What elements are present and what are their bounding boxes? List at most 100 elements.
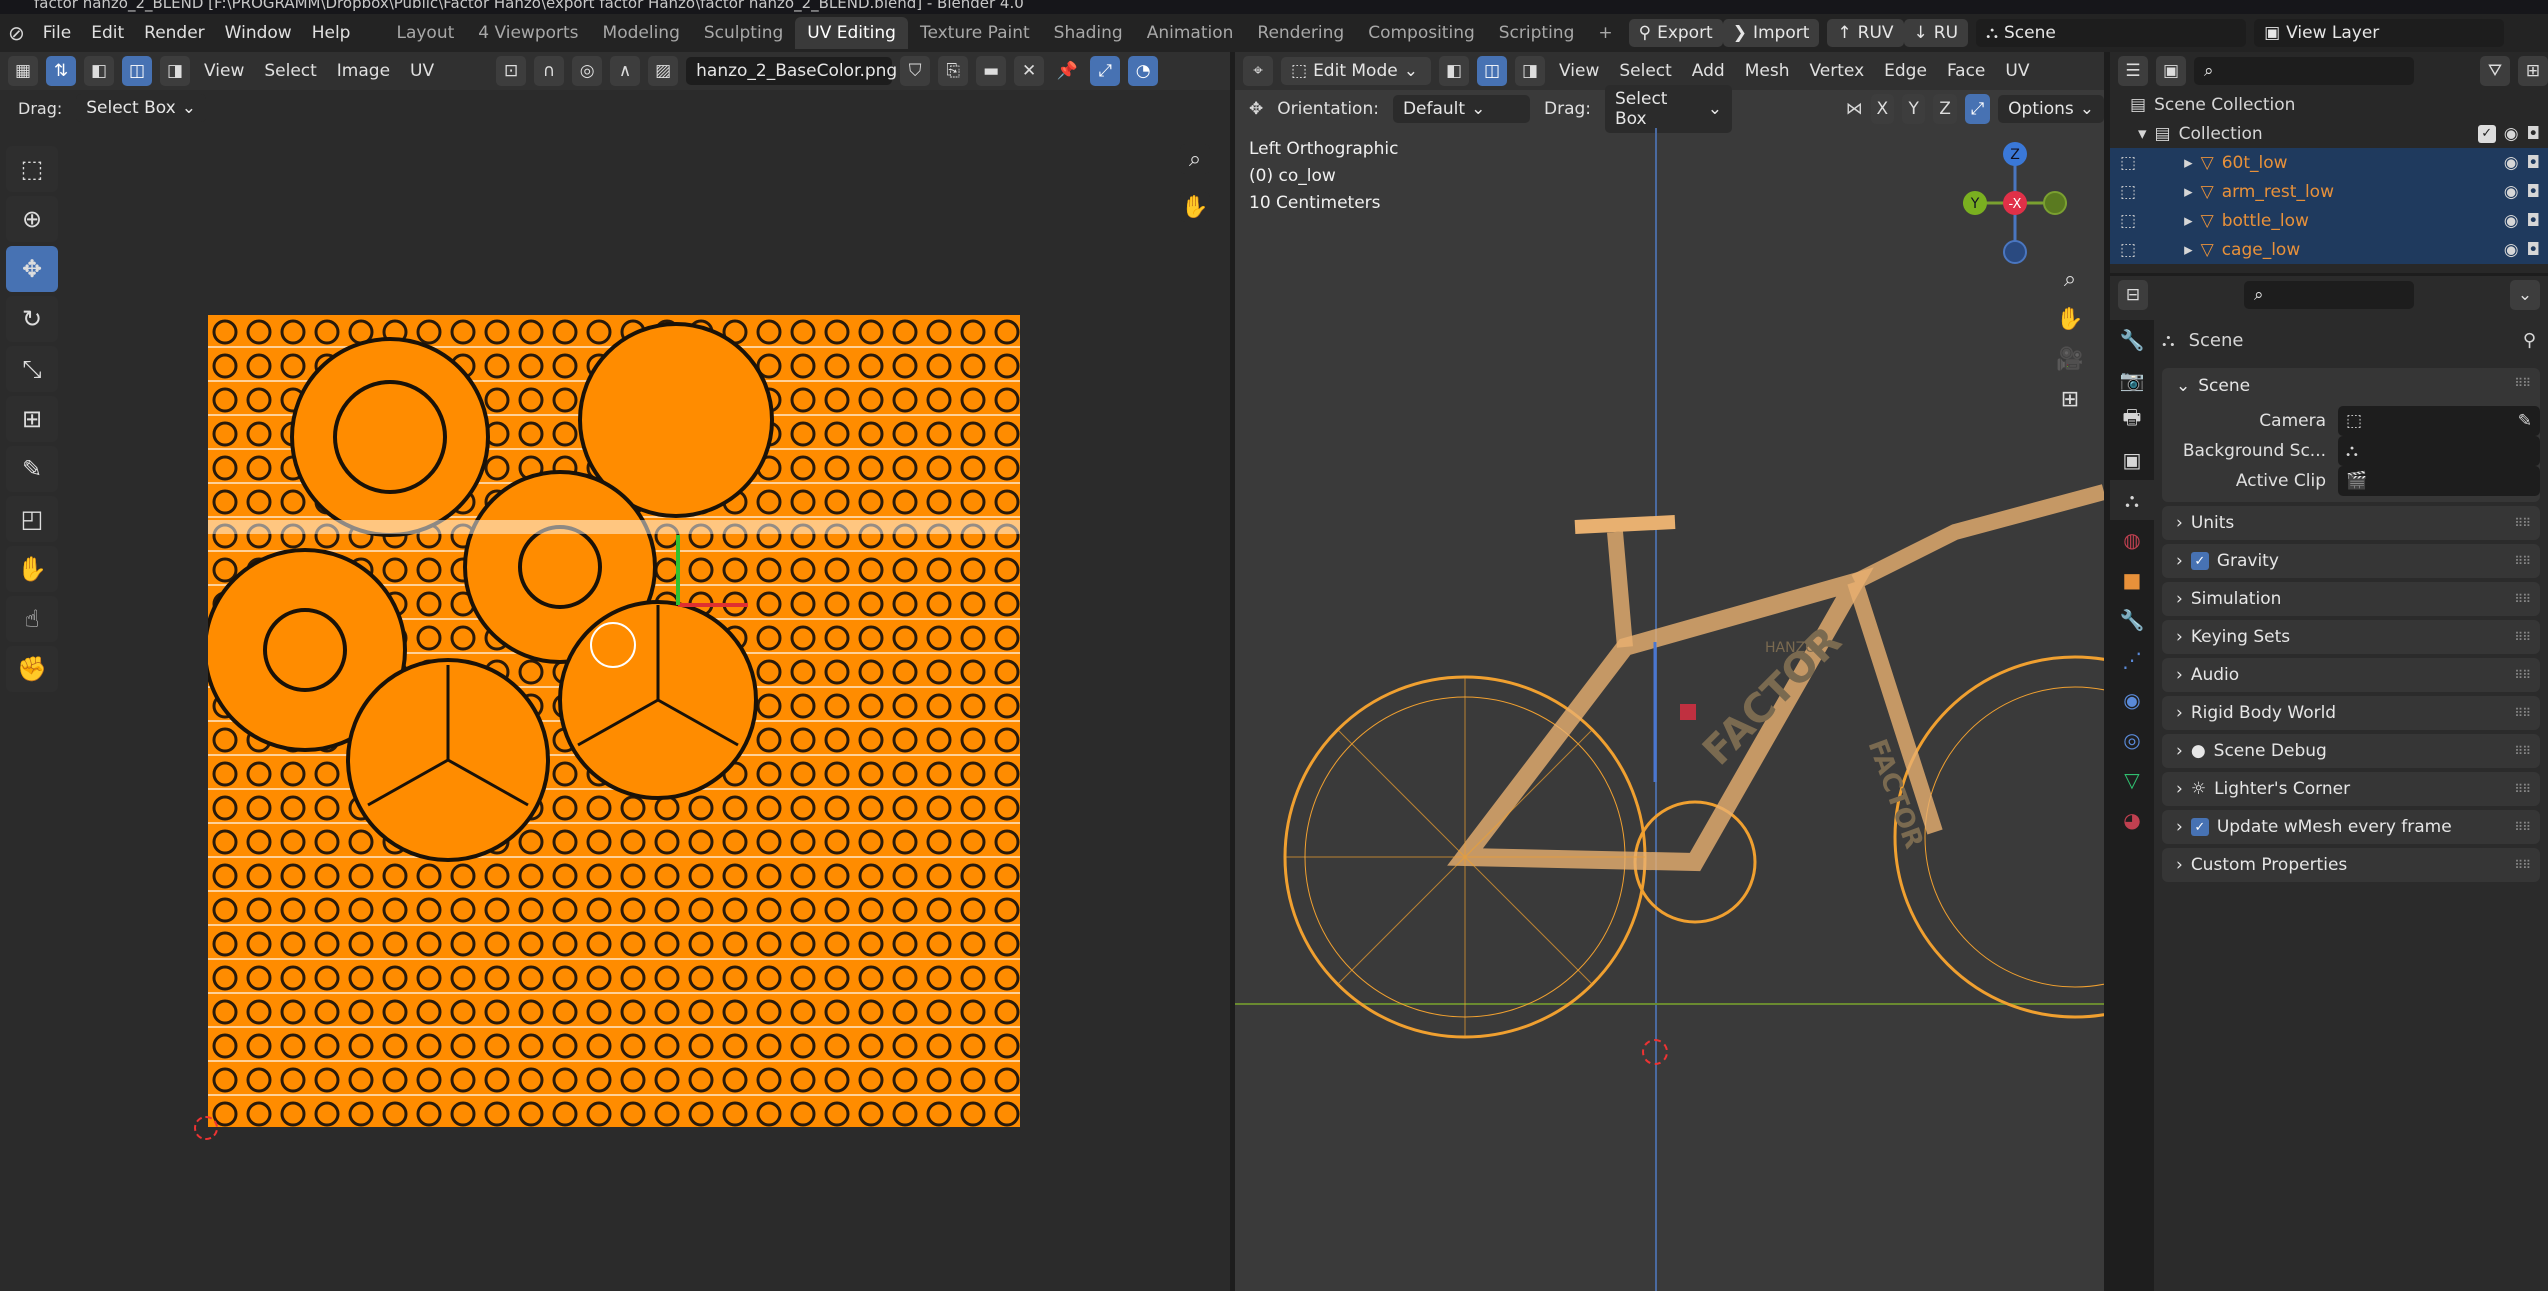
expand-icon[interactable]: ▸	[2144, 153, 2193, 173]
pin-icon[interactable]: ⚲	[2523, 330, 2536, 351]
select-box-tool-icon[interactable]: ⬚	[6, 146, 58, 192]
3d-cursor-icon[interactable]	[1642, 1039, 1668, 1065]
sync-selection-icon[interactable]: ⇅	[46, 56, 76, 86]
panel-scene-debug[interactable]: › ● Scene Debug ⠿⠿	[2162, 734, 2540, 768]
rl-button[interactable]: ↓ RU	[1903, 19, 1969, 47]
ruv-button[interactable]: ↑ RUV	[1827, 19, 1904, 47]
image-browse-icon[interactable]: ▨	[648, 56, 679, 86]
eye-icon[interactable]: ◉	[2504, 182, 2519, 202]
grab-tool-icon[interactable]: ✋	[6, 546, 58, 592]
tab-rendering[interactable]: Rendering	[1245, 17, 1356, 49]
gizmo-y[interactable]: Y	[1970, 196, 1980, 212]
edge-select-icon[interactable]: ◫	[122, 56, 152, 86]
expand-icon[interactable]: ▸	[2144, 182, 2193, 202]
expand-icon[interactable]: ›	[2176, 703, 2183, 723]
navigation-gizmo[interactable]: Z Y -X	[1955, 140, 2075, 270]
move-tool-icon[interactable]: ✥	[6, 246, 58, 292]
outliner-search[interactable]: ⌕	[2194, 57, 2414, 85]
expand-icon[interactable]: ▸	[2144, 240, 2193, 260]
outliner-item[interactable]: ⬚ ▸ ▽ 60t_low ◉ ◘	[2110, 148, 2548, 177]
ortho-toggle-icon[interactable]: ⊞	[2055, 384, 2085, 414]
vertex-menu[interactable]: Vertex	[1803, 61, 1870, 81]
camera-view-icon[interactable]: 🎥	[2055, 344, 2085, 374]
drag-grip-icon[interactable]: ⠿⠿	[2514, 858, 2531, 872]
tab-layout[interactable]: Layout	[384, 17, 466, 49]
drag-grip-icon[interactable]: ⠿⠿	[2514, 630, 2531, 644]
drag-grip-icon[interactable]: ⠿⠿	[2514, 782, 2531, 796]
render-tab-icon[interactable]: 📷	[2110, 360, 2154, 400]
snap-icon[interactable]: ∩	[534, 56, 565, 86]
uv-menu-uv[interactable]: UV	[404, 61, 440, 81]
import-button[interactable]: ❯ Import	[1722, 19, 1820, 47]
panel-checkbox[interactable]: ✓	[2190, 818, 2209, 836]
options-chevron-icon[interactable]: ⌄	[2510, 280, 2540, 310]
render-icon[interactable]: ◘	[2527, 153, 2548, 173]
panel-lighter-s-corner[interactable]: › ☼ Lighter's Corner ⠿⠿	[2162, 772, 2540, 806]
expand-icon[interactable]: ›	[2176, 551, 2183, 571]
drag-grip-icon[interactable]: ⠿⠿	[2514, 706, 2531, 720]
edge-mode-icon[interactable]: ◫	[1477, 56, 1507, 86]
drag-select-dropdown[interactable]: Select Box ⌄	[76, 94, 206, 122]
annotate-tool-icon[interactable]: ✎	[6, 446, 58, 492]
mesh-menu[interactable]: Mesh	[1739, 61, 1796, 81]
properties-editor-icon[interactable]: ⊟	[2118, 280, 2148, 310]
face-mode-icon[interactable]: ◨	[1515, 56, 1545, 86]
gizmo-toggle-icon[interactable]: ⤢	[1090, 56, 1121, 86]
eye-icon[interactable]: ◉	[2504, 240, 2519, 260]
tab-animation[interactable]: Animation	[1135, 17, 1246, 49]
drag-grip-icon[interactable]: ⠿⠿	[2514, 516, 2531, 530]
menu-help[interactable]: Help	[302, 23, 361, 43]
panel-simulation[interactable]: › Simulation ⠿⠿	[2162, 582, 2540, 616]
drag-grip-icon[interactable]: ⠿⠿	[2514, 744, 2531, 758]
world-tab-icon[interactable]: ◍	[2110, 520, 2154, 560]
active-clip-field[interactable]: 🎬	[2338, 466, 2540, 496]
open-image-icon[interactable]: ▬	[976, 56, 1007, 86]
tool-tab-icon[interactable]: 🔧	[2110, 320, 2154, 360]
render-icon[interactable]: ◘	[2527, 182, 2548, 202]
tab-modeling[interactable]: Modeling	[591, 17, 692, 49]
eyedropper-icon[interactable]: ✎	[2518, 411, 2532, 431]
menu-edit[interactable]: Edit	[81, 23, 134, 43]
editor-type-3d-icon[interactable]: ⌖	[1243, 56, 1273, 86]
pan-hand-icon[interactable]: ✋	[1180, 192, 1210, 222]
uv-texture-image[interactable]	[208, 315, 1020, 1127]
tab-scripting[interactable]: Scripting	[1487, 17, 1587, 49]
drag-grip-icon[interactable]: ⠿⠿	[2514, 820, 2531, 834]
uv-editor[interactable]: ▦ ⇅ ◧ ◫ ◨ View Select Image UV ⊡ ∩ ◎ ∧ ▨…	[0, 52, 1230, 1291]
pin-icon[interactable]: 📌	[1052, 56, 1082, 86]
render-icon[interactable]: ◘	[2527, 240, 2548, 260]
add-workspace-button[interactable]: +	[1586, 17, 1624, 49]
eye-icon[interactable]: ◉	[2504, 124, 2519, 144]
panel-units[interactable]: › Units ⠿⠿	[2162, 506, 2540, 540]
panel-gravity[interactable]: › ✓ Gravity ⠿⠿	[2162, 544, 2540, 578]
menu-window[interactable]: Window	[215, 23, 302, 43]
drag-grip-icon[interactable]: ⠿⠿	[2514, 592, 2531, 606]
panel-custom-properties[interactable]: › Custom Properties ⠿⠿	[2162, 848, 2540, 882]
uv-menu[interactable]: UV	[1999, 61, 2035, 81]
filter-icon[interactable]: ⛛	[2480, 56, 2510, 86]
editor-type-icon[interactable]: ▦	[8, 56, 38, 86]
view-menu[interactable]: View	[1553, 61, 1605, 81]
drag-grip-icon[interactable]: ⠿⠿	[2514, 376, 2531, 390]
pivot-icon[interactable]: ⊡	[496, 56, 527, 86]
uv-menu-view[interactable]: View	[198, 61, 250, 81]
tab-uv-editing[interactable]: UV Editing	[795, 17, 908, 49]
tab-texture-paint[interactable]: Texture Paint	[908, 17, 1042, 49]
view-layer-selector[interactable]: ▣ View Layer	[2254, 19, 2505, 47]
outliner-item[interactable]: ⬚ ▸ ▽ cage_low ◉ ◘	[2110, 235, 2548, 264]
material-tab-icon[interactable]: ◕	[2110, 800, 2154, 840]
panel-checkbox[interactable]: ✓	[2190, 552, 2209, 570]
rotate-tool-icon[interactable]: ↻	[6, 296, 58, 342]
close-image-icon[interactable]: ✕	[1014, 56, 1045, 86]
new-image-icon[interactable]: ⎘	[938, 56, 969, 86]
2d-cursor-icon[interactable]	[194, 1116, 218, 1140]
outliner-item[interactable]: ⬚ ▸ ▽ bottle_low ◉ ◘	[2110, 206, 2548, 235]
pinch-tool-icon[interactable]: ✊	[6, 646, 58, 692]
expand-icon[interactable]: ›	[2176, 779, 2183, 799]
display-mode-icon[interactable]: ▣	[2156, 56, 2186, 86]
data-tab-icon[interactable]: ▽	[2110, 760, 2154, 800]
properties-search[interactable]: ⌕	[2244, 281, 2414, 309]
vertex-select-icon[interactable]: ◧	[84, 56, 114, 86]
expand-icon[interactable]: ›	[2176, 627, 2183, 647]
panel-rigid-body-world[interactable]: › Rigid Body World ⠿⠿	[2162, 696, 2540, 730]
